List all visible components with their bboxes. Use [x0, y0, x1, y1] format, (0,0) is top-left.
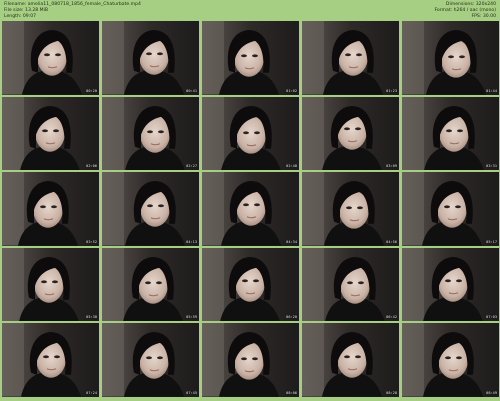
frame-image — [302, 172, 399, 246]
timestamp-label: 05:38 — [86, 315, 97, 320]
video-thumbnail: 03:52 — [2, 172, 99, 246]
timestamp-label: 02:27 — [186, 164, 197, 169]
timestamp-label: 01:02 — [286, 88, 297, 93]
video-thumbnail: 00:20 — [2, 21, 99, 95]
timestamp-label: 04:13 — [186, 239, 197, 244]
timestamp-label: 04:56 — [386, 239, 397, 244]
length-text: Length: 09:07 — [4, 14, 37, 19]
frame-image — [102, 21, 199, 95]
video-thumbnail: 01:44 — [402, 21, 499, 95]
timestamp-label: 08:49 — [486, 390, 497, 395]
video-thumbnail: 08:28 — [302, 323, 399, 397]
timestamp-label: 05:17 — [486, 239, 497, 244]
timestamp-label: 07:03 — [486, 315, 497, 320]
video-thumbnail: 08:49 — [402, 323, 499, 397]
video-thumbnail: 08:06 — [202, 323, 299, 397]
frame-image — [402, 323, 499, 397]
video-thumbnail: 01:02 — [202, 21, 299, 95]
frame-image — [302, 21, 399, 95]
timestamp-label: 02:48 — [286, 164, 297, 169]
timestamp-label: 03:09 — [386, 164, 397, 169]
frame-image — [402, 96, 499, 171]
frame-image — [402, 247, 499, 322]
file-info-left: Filename: amelia11_080718_1856_female_Ch… — [4, 2, 141, 20]
frame-image — [102, 323, 199, 397]
timestamp-label: 01:44 — [486, 88, 497, 93]
file-info-header: Filename: amelia11_080718_1856_female_Ch… — [0, 0, 500, 21]
timestamp-label: 03:52 — [86, 239, 97, 244]
video-thumbnail: 06:42 — [302, 247, 399, 322]
thumbnail-grid: 00:20 00:41 01:02 01:23 01:44 02:06 02:27 02:48… — [2, 21, 499, 399]
timestamp-label: 06:20 — [286, 315, 297, 320]
timestamp-label: 00:20 — [86, 88, 97, 93]
frame-image — [202, 172, 299, 246]
video-thumbnail: 05:17 — [402, 172, 499, 246]
video-thumbnail: 03:31 — [402, 96, 499, 171]
timestamp-label: 05:59 — [186, 315, 197, 320]
frame-image — [202, 247, 299, 322]
fps-text: FPS: 30.00 — [471, 14, 497, 19]
video-thumbnail: 05:38 — [2, 247, 99, 322]
timestamp-label: 08:28 — [386, 390, 397, 395]
frame-image — [202, 323, 299, 397]
timestamp-label: 08:06 — [286, 390, 297, 395]
video-thumbnail: 03:09 — [302, 96, 399, 171]
video-thumbnail: 02:27 — [102, 96, 199, 171]
video-thumbnail: 07:03 — [402, 247, 499, 322]
frame-image — [2, 172, 99, 246]
video-thumbnail: 04:13 — [102, 172, 199, 246]
video-thumbnail: 04:34 — [202, 172, 299, 246]
frame-image — [302, 323, 399, 397]
frame-image — [202, 21, 299, 95]
frame-image — [302, 247, 399, 322]
frame-image — [2, 247, 99, 322]
video-thumbnail: 02:48 — [202, 96, 299, 171]
video-thumbnail: 00:41 — [102, 21, 199, 95]
video-thumbnail: 07:24 — [2, 323, 99, 397]
timestamp-label: 04:34 — [286, 239, 297, 244]
frame-image — [2, 96, 99, 171]
file-info-right: Dimensions: 320x240 Format: h264 / aac (… — [434, 2, 496, 20]
video-thumbnail: 06:20 — [202, 247, 299, 322]
frame-image — [102, 172, 199, 246]
frame-image — [202, 96, 299, 171]
frame-image — [102, 247, 199, 322]
timestamp-label: 00:41 — [186, 88, 197, 93]
video-thumbnail: 05:59 — [102, 247, 199, 322]
video-thumbnail: 01:23 — [302, 21, 399, 95]
timestamp-label: 03:31 — [486, 164, 497, 169]
frame-image — [302, 96, 399, 171]
timestamp-label: 02:06 — [86, 164, 97, 169]
timestamp-label: 06:42 — [386, 315, 397, 320]
frame-image — [102, 96, 199, 171]
frame-image — [2, 323, 99, 397]
timestamp-label: 07:24 — [86, 390, 97, 395]
video-thumbnail: 07:45 — [102, 323, 199, 397]
frame-image — [2, 21, 99, 95]
frame-image — [402, 21, 499, 95]
frame-image — [402, 172, 499, 246]
timestamp-label: 07:45 — [186, 390, 197, 395]
video-thumbnail: 04:56 — [302, 172, 399, 246]
timestamp-label: 01:23 — [386, 88, 397, 93]
video-thumbnail: 02:06 — [2, 96, 99, 171]
